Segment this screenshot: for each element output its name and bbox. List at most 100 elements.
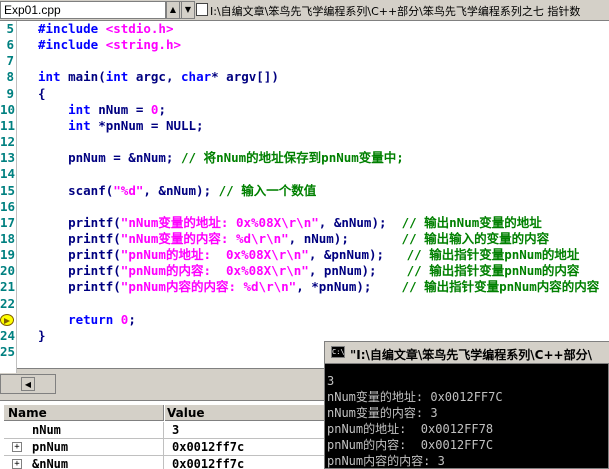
console-output-line: pnNum的内容: 0x0012FF7C (327, 438, 494, 452)
code-token: // 将nNum的地址保存到pnNum变量中; (181, 150, 404, 166)
code-line[interactable]: 11 int *pnNum = NULL; (0, 118, 609, 134)
console-output-line: pnNum内容的内容: 3 (327, 454, 445, 468)
line-number: 21 (0, 279, 16, 295)
watch-row[interactable]: + &nNum 0x0012ff7c (4, 456, 324, 469)
code-line[interactable]: 7 (0, 53, 609, 69)
name-column-header[interactable]: Name (8, 406, 47, 420)
code-token: // 输出输入的变量的内容 (401, 230, 550, 246)
code-line[interactable]: 17 printf("nNum变量的地址: 0x%08X\r\n", &nNum… (0, 215, 609, 231)
code-line[interactable]: 5 #include <stdio.h> (0, 21, 609, 37)
code-line[interactable]: 9{ (0, 86, 609, 102)
code-text: printf("pnNum内容的内容: %d\r\n", *pnNum); //… (38, 279, 599, 295)
console-output-line: nNum变量的内容: 3 (327, 406, 438, 420)
line-number: 17 (0, 214, 16, 230)
code-token: "pnNum的内容: 0x%08X\r\n" (120, 263, 309, 279)
watch-variable-value[interactable]: 0x0012ff7c (172, 457, 244, 469)
horizontal-scrollbar[interactable]: ◀ (0, 374, 56, 394)
line-number: 20 (0, 263, 16, 279)
code-token: argc, (135, 69, 182, 85)
code-line[interactable]: 16 (0, 199, 609, 215)
scroll-left-button[interactable]: ◀ (21, 377, 35, 391)
code-line[interactable]: 15 scanf("%d", &nNum); // 输入一个数值 (0, 183, 609, 199)
code-line[interactable]: 6 #include <string.h> (0, 37, 609, 53)
code-line[interactable]: 13 pnNum = &nNum; // 将nNum的地址保存到pnNum变量中… (0, 150, 609, 166)
value-column-header[interactable]: Value (167, 406, 205, 420)
code-token: // 输出指针变量pnNum的地址 (406, 247, 580, 263)
scroll-up-button[interactable]: ▲ (166, 1, 180, 19)
code-line[interactable]: 19 printf("pnNum的地址: 0x%08X\r\n", &pnNum… (0, 247, 609, 263)
code-token: int (68, 101, 99, 117)
code-editor[interactable]: 5 #include <stdio.h> 6 #include <string.h> 7… (0, 21, 609, 373)
watch-header: Name Value (4, 405, 324, 421)
line-number: 19 (0, 247, 16, 263)
code-token: // 输入一个数值 (218, 182, 317, 198)
console-window[interactable]: C:\ "I:\自编文章\笨鸟先飞学编程系列\C++部分\ 3 nNum变量的地址… (324, 341, 609, 469)
column-divider[interactable] (163, 405, 165, 421)
code-line[interactable]: 10 int nNum = 0; (0, 102, 609, 118)
code-token: "%d" (113, 182, 144, 198)
expand-plus-icon[interactable]: + (12, 442, 22, 452)
line-number: 6 (6, 37, 14, 53)
code-token: #include (38, 37, 106, 53)
console-output-line: nNum变量的地址: 0x0012FF7C (327, 390, 503, 404)
cell-divider (163, 439, 164, 456)
code-token: main( (68, 69, 106, 85)
watch-row[interactable]: nNum 3 (4, 422, 324, 439)
file-path-label: I:\自编文章\笨鸟先飞学编程系列\C++部分\笨鸟先飞学编程系列之七 指针数 (210, 5, 581, 18)
code-line[interactable]: 12 (0, 134, 609, 150)
code-line[interactable]: 21 printf("pnNum内容的内容: %d\r\n", *pnNum);… (0, 279, 609, 295)
code-token: printf( (38, 214, 121, 230)
code-token: , &nNum); (143, 182, 219, 198)
console-icon: C:\ (331, 346, 345, 358)
code-token: "pnNum内容的内容: %d\r\n" (120, 279, 297, 295)
watch-variable-name[interactable]: &nNum (32, 457, 68, 469)
code-token: int (105, 69, 136, 85)
code-text: { (38, 86, 46, 102)
code-line[interactable]: 14 (0, 166, 609, 182)
code-text: printf("nNum变量的内容: %d\r\n", nNum); // 输出… (38, 231, 549, 247)
watch-variable-name[interactable]: pnNum (32, 440, 68, 454)
line-number: 15 (0, 182, 16, 198)
scroll-down-button[interactable]: ▼ (181, 1, 195, 19)
code-token: "nNum变量的地址: 0x%08X\r\n" (120, 214, 319, 230)
code-token: // 输出指针变量pnNum的内容 (406, 263, 580, 279)
code-line[interactable]: 8 int main(int argc, char* argv[]) (0, 69, 609, 85)
line-number: 10 (0, 101, 16, 117)
line-number: 24 (0, 327, 16, 343)
line-number: 12 (0, 134, 16, 150)
line-number: 11 (0, 117, 16, 133)
watch-row[interactable]: + pnNum 0x0012ff7c (4, 439, 324, 456)
line-number: 16 (0, 198, 16, 214)
code-line[interactable]: 23 return 0; (0, 312, 609, 328)
watch-variable-name[interactable]: nNum (32, 423, 61, 437)
code-text: int nNum = 0; (38, 102, 166, 118)
code-token: int (38, 69, 69, 85)
console-title: "I:\自编文章\笨鸟先飞学编程系列\C++部分\ (350, 348, 592, 362)
code-token: scanf( (38, 182, 114, 198)
code-token: int (68, 117, 99, 133)
code-line[interactable]: 20 printf("pnNum的内容: 0x%08X\r\n", pnNum)… (0, 263, 609, 279)
line-number: 18 (0, 230, 16, 246)
line-number: 13 (0, 150, 16, 166)
watch-variable-value[interactable]: 3 (172, 423, 179, 437)
file-selector-dropdown[interactable]: Exp01.cpp ▼ (0, 1, 182, 19)
watch-panel: Name Value nNum 3 + pnNum 0x0012ff7c + &nNum 0x… (0, 400, 324, 469)
document-icon (196, 3, 208, 16)
code-token: #include (38, 21, 106, 36)
cell-divider (163, 456, 164, 469)
code-token: printf( (38, 230, 121, 246)
code-line[interactable]: 22 (0, 296, 609, 312)
code-token: , &pnNum); (308, 247, 407, 263)
watch-variable-value[interactable]: 0x0012ff7c (172, 440, 244, 454)
file-name: Exp01.cpp (4, 3, 61, 17)
console-title-bar[interactable]: C:\ "I:\自编文章\笨鸟先飞学编程系列\C++部分\ (325, 342, 609, 364)
code-token: // 输出指针变量pnNum内容的内容 (401, 279, 600, 295)
code-token: ; (158, 101, 166, 117)
code-line[interactable]: 18 printf("nNum变量的内容: %d\r\n", nNum); //… (0, 231, 609, 247)
code-text: return 0; (38, 312, 136, 328)
expand-plus-icon[interactable]: + (12, 459, 22, 469)
current-statement-arrow-icon (0, 313, 14, 326)
code-token: printf( (38, 279, 121, 295)
